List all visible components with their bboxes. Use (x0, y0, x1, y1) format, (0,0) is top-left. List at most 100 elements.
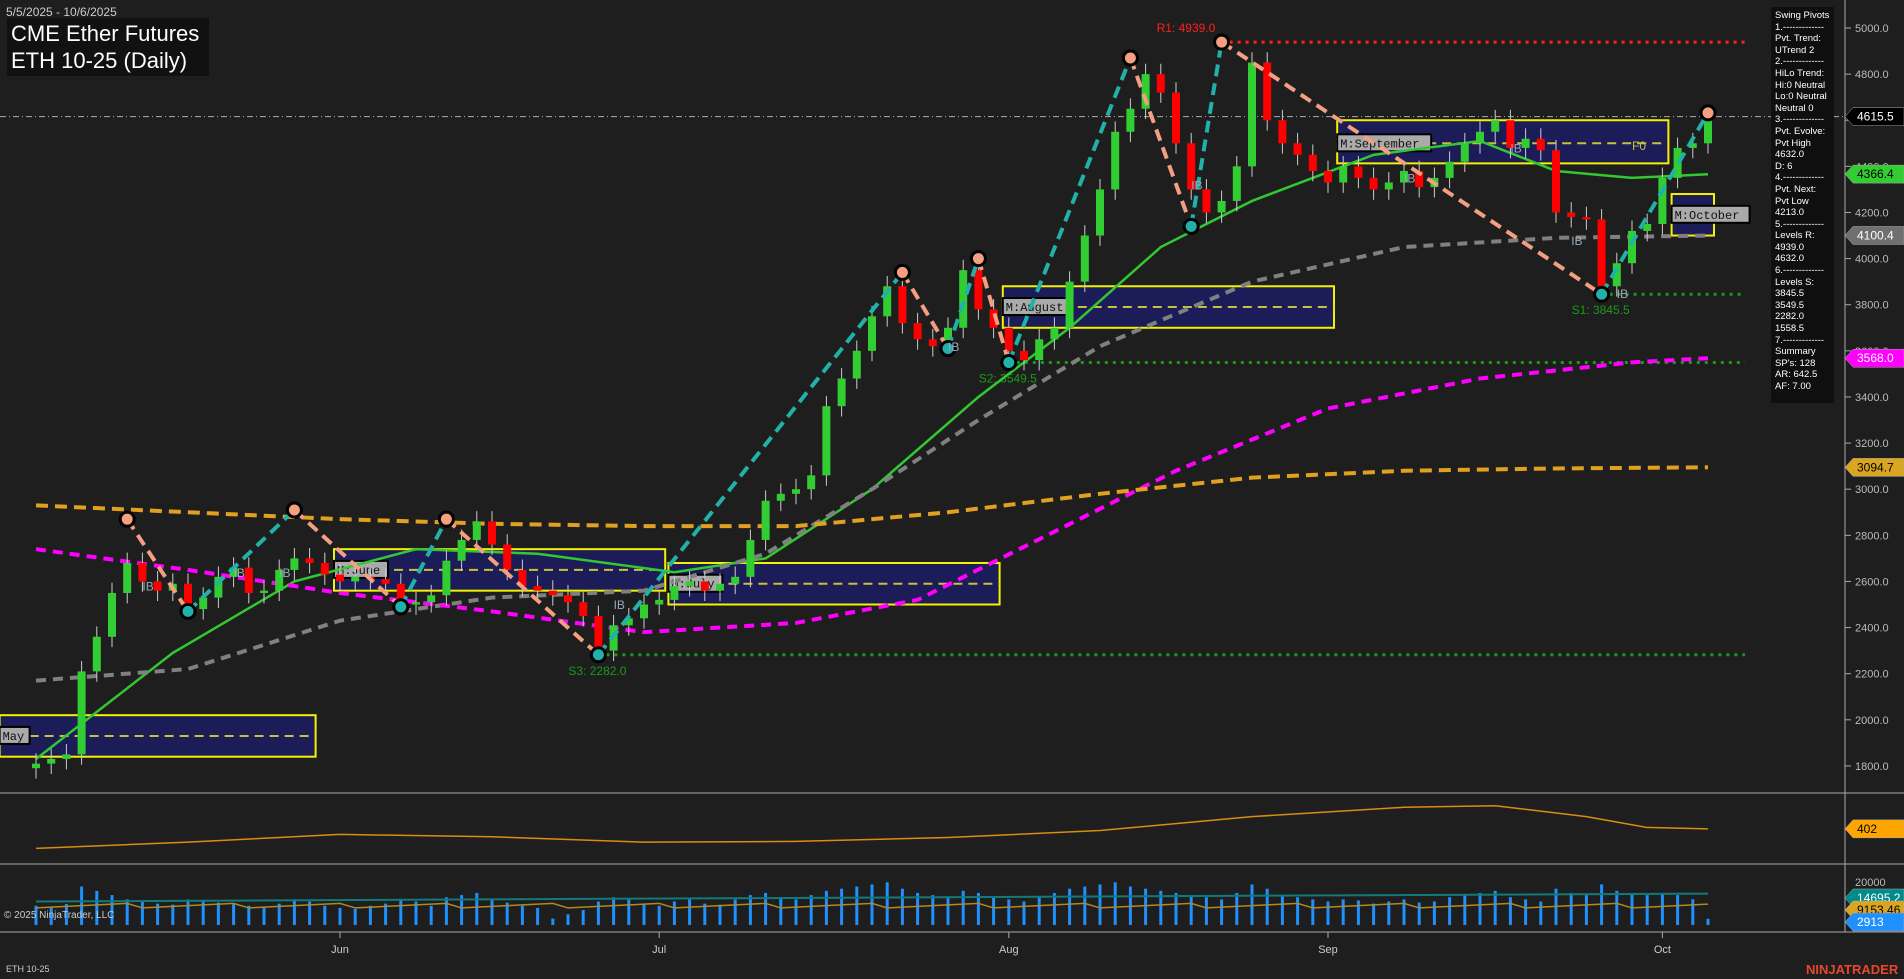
candle-body (1354, 166, 1363, 178)
candle-body (1004, 327, 1013, 351)
info-line: Neutral 0 (1775, 102, 1814, 114)
candle-body (807, 475, 816, 490)
candle-body (579, 602, 588, 617)
indicator-line (35, 804, 1709, 850)
candle-body (731, 576, 740, 584)
y-tick-label: 3000.0 (1855, 484, 1889, 496)
ib-annotation: IB (142, 580, 153, 594)
ninjatrader-logo: NINJATRADER (1806, 962, 1899, 977)
candle-body (1476, 131, 1484, 144)
x-tick-label: Jun (331, 944, 349, 956)
candle-body (92, 636, 101, 672)
swing-high-marker (969, 250, 987, 268)
candle-body (1324, 170, 1332, 183)
price-chart[interactable]: 5000.04800.04600.04400.04200.04000.03800… (0, 0, 1904, 979)
info-line: 4632.0 (1775, 149, 1805, 161)
candle-body (685, 581, 694, 587)
swing-low-marker (589, 646, 607, 664)
candle-body (1080, 235, 1089, 282)
info-line: Hi:0 Neutral (1775, 79, 1826, 91)
info-line: Levels R: (1775, 230, 1815, 242)
candle-body (1339, 166, 1348, 183)
price-label: 4100.4 (1857, 228, 1894, 242)
candle-body (913, 323, 922, 340)
ib-annotation: IB (948, 340, 959, 354)
candle-body (898, 286, 907, 324)
candle-body (32, 763, 40, 769)
candle-body (1217, 200, 1226, 213)
ib-annotation: IB (1510, 142, 1521, 156)
info-line: Pvt. Trend: (1775, 33, 1821, 45)
info-line: 2.------------- (1775, 56, 1825, 68)
candle-body (1020, 350, 1028, 361)
swing-down-leg (1220, 40, 1603, 296)
x-tick-label: Aug (999, 944, 1019, 956)
candle-body (548, 590, 557, 596)
ib-annotation: IB (1404, 172, 1415, 186)
level-label: S1: 3845.5 (1572, 303, 1630, 317)
y-tick-label: 2800.0 (1855, 530, 1889, 542)
candle-body (442, 560, 451, 596)
y-tick-label: 3200.0 (1855, 438, 1889, 450)
candle-body (1202, 189, 1211, 213)
ib-annotation: IB (614, 598, 625, 612)
candle-body (640, 604, 648, 619)
info-line: 3549.5 (1775, 299, 1805, 311)
y-tick-label: 4800.0 (1855, 69, 1889, 81)
swing-low-marker (1000, 353, 1018, 371)
candle-body (1248, 62, 1256, 167)
swing-low-marker (1593, 285, 1611, 303)
box-label: May (3, 730, 25, 744)
ib-annotation: IB (234, 566, 245, 580)
y-tick-label: 4200.0 (1855, 207, 1889, 219)
candle-body (503, 544, 512, 570)
candle-body (1384, 182, 1393, 190)
candle-body (670, 586, 679, 600)
moving-average-mid (35, 233, 1709, 683)
candle-body (1293, 143, 1302, 155)
swing-high-marker (1213, 33, 1231, 51)
info-line: 1.------------- (1775, 21, 1825, 33)
candle-body (1460, 143, 1469, 162)
y-tick-label: 3800.0 (1855, 300, 1889, 312)
y-tick-label: 1800.0 (1855, 761, 1889, 773)
info-line: SP's: 128 (1775, 357, 1816, 369)
candle-body (928, 339, 937, 347)
ib-annotation: IB (279, 566, 290, 580)
info-line: 1558.5 (1775, 323, 1805, 335)
swing-high-marker (1699, 104, 1717, 122)
candle-body (776, 493, 785, 501)
candle-body (594, 616, 603, 651)
info-line: 3845.5 (1775, 288, 1805, 300)
candle-body (746, 539, 755, 577)
candle-body (1445, 161, 1454, 178)
candle-body (457, 539, 466, 561)
candle-body (837, 378, 846, 407)
candle-body (1172, 92, 1180, 144)
candle-body (1597, 219, 1606, 287)
y-tick-label: 2400.0 (1855, 623, 1889, 635)
price-label: 3568.0 (1857, 351, 1894, 365)
candle-body (868, 316, 876, 351)
info-line: 6.------------- (1775, 265, 1825, 277)
candle-body (1582, 217, 1591, 220)
indicator-label: 402 (1857, 822, 1877, 836)
candle-body (336, 574, 344, 582)
ib-annotation: IB (1191, 178, 1202, 192)
candle-body (320, 562, 329, 575)
candle-body (305, 558, 314, 563)
candle-body (1126, 108, 1135, 132)
info-line: Summary (1775, 346, 1816, 358)
candle-body (260, 590, 268, 593)
info-line: 4939.0 (1775, 241, 1805, 253)
candle-body (716, 583, 724, 591)
candle-body (1065, 281, 1074, 328)
info-line: HiLo Trend: (1775, 67, 1825, 79)
candle-body (564, 595, 572, 603)
instrument-subtitle: ETH 10-25 (Daily) (11, 48, 188, 73)
moving-average-fast (35, 139, 1709, 760)
volume-label: 2913 (1857, 915, 1884, 929)
info-line: Pvt. Evolve: (1775, 125, 1826, 137)
info-line: D: 6 (1775, 160, 1793, 172)
candle-body (1567, 212, 1576, 218)
